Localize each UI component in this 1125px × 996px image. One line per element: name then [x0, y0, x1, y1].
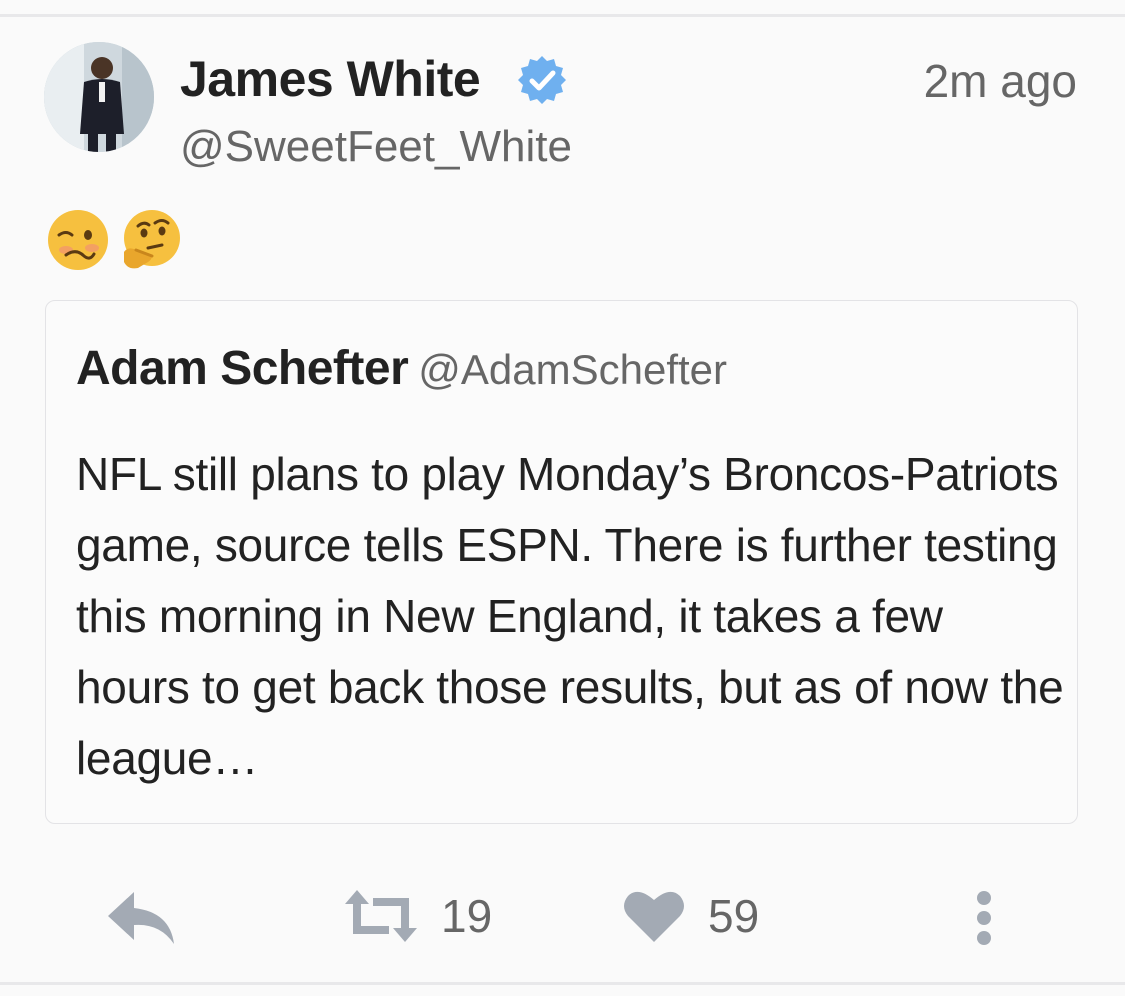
retweet-count: 19 — [441, 890, 493, 942]
reply-icon — [108, 892, 174, 944]
tweet-actions: 19 59 — [0, 880, 1125, 960]
avatar[interactable] — [44, 42, 154, 152]
author-name[interactable]: James White — [180, 50, 481, 108]
like-button[interactable]: 59 — [622, 888, 759, 944]
quoted-author-handle: @AdamSchefter — [418, 346, 728, 393]
bottom-divider — [0, 982, 1125, 985]
quoted-tweet-text: NFL still plans to play Monday’s Broncos… — [76, 448, 1064, 784]
reply-button[interactable] — [106, 890, 176, 946]
quoted-tweet-header: Adam Schefter @AdamSchefter — [76, 341, 727, 396]
more-vertical-icon — [977, 891, 991, 945]
author-handle[interactable]: @SweetFeet_White — [180, 122, 572, 172]
quoted-author-name: Adam Schefter — [76, 342, 409, 395]
woozy-face-icon — [48, 210, 108, 270]
tweet-text — [46, 208, 182, 272]
top-divider — [0, 14, 1125, 17]
heart-icon — [624, 891, 684, 942]
more-options-button[interactable] — [972, 890, 996, 946]
like-count: 59 — [708, 890, 760, 942]
retweet-button[interactable]: 19 — [343, 888, 492, 944]
thinking-face-icon — [124, 210, 180, 269]
retweet-icon — [345, 890, 417, 942]
tweet-timestamp[interactable]: 2m ago — [924, 54, 1077, 108]
quoted-tweet[interactable]: Adam Schefter @AdamSchefter NFL still pla… — [45, 300, 1078, 824]
verified-badge-icon — [518, 56, 566, 104]
